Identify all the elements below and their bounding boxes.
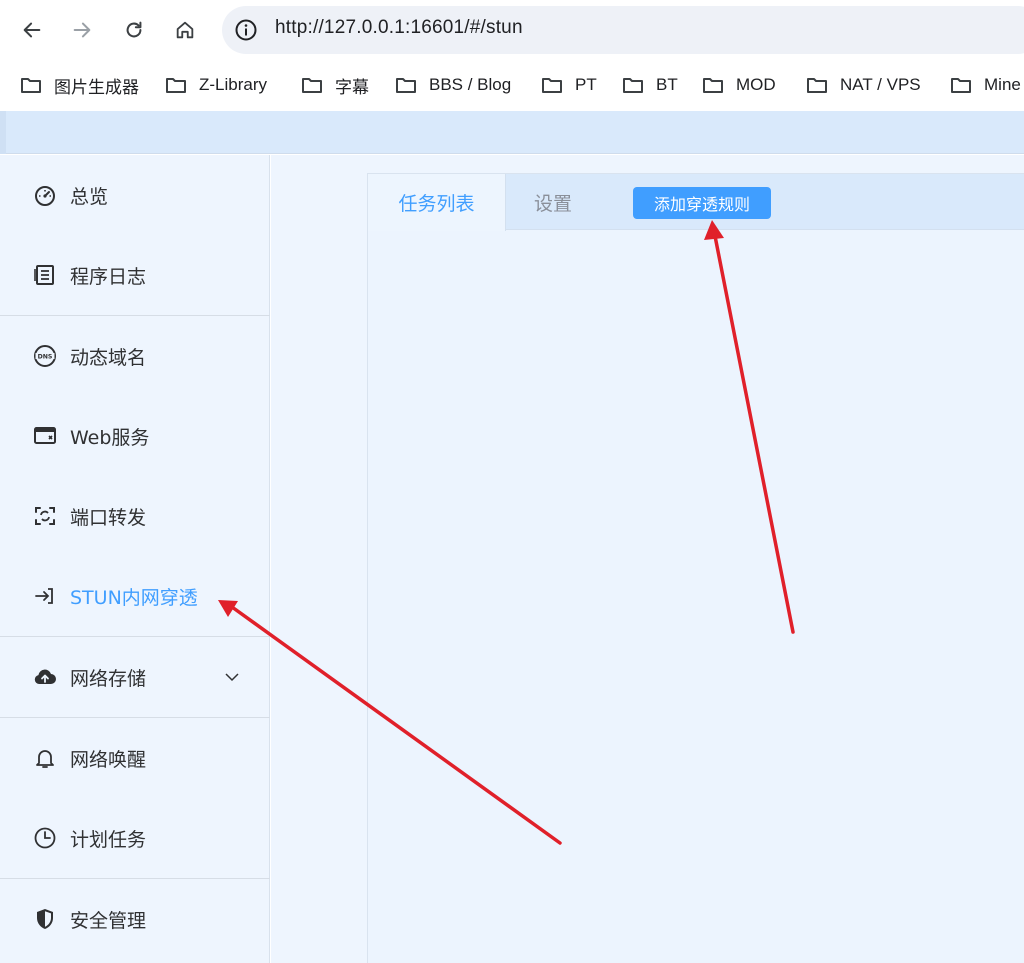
home-button[interactable] (167, 12, 203, 48)
bookmark-label: 字幕 (335, 77, 369, 97)
sidebar-item-scheduled-tasks[interactable]: 计划任务 (0, 798, 270, 878)
bookmark-label: Mine (984, 75, 1021, 94)
bookmark-label: Z-Library (199, 75, 268, 94)
folder-icon (951, 78, 971, 93)
forward-button[interactable] (64, 12, 100, 48)
sidebar-item-label: 端口转发 (70, 507, 147, 529)
bookmark-label: BBS / Blog (429, 75, 512, 94)
web-service-icon (32, 424, 58, 448)
bookmark-label: BT (656, 75, 678, 94)
arrow-right-icon (73, 22, 91, 38)
dashboard-icon (32, 183, 58, 207)
sidebar-item-security[interactable]: 安全管理 (0, 879, 270, 959)
bookmark-folder[interactable]: Z-Library (165, 72, 267, 98)
bookmark-folder[interactable]: BT (622, 72, 678, 98)
bell-icon (32, 746, 58, 770)
bookmark-label: NAT / VPS (840, 75, 921, 94)
bookmark-folder[interactable]: Mine (950, 72, 1021, 98)
bookmarks-bar: 图片生成器 Z-Library 字幕 BBS / Blog PT BT MOD … (0, 60, 1024, 110)
bookmark-folder[interactable]: 字幕 (301, 72, 369, 98)
sidebar-item-label: 动态域名 (70, 347, 147, 369)
browser-toolbar: http://127.0.0.1:16601/#/stun (0, 0, 1024, 60)
folder-icon (396, 78, 416, 93)
site-info-icon[interactable] (234, 18, 258, 42)
main-content: 任务列表 设置 添加穿透规则 (271, 155, 1024, 963)
sidebar-item-label: Web服务 (70, 427, 150, 449)
add-rule-button[interactable]: 添加穿透规则 (633, 187, 771, 219)
sidebar-item-label: STUN内网穿透 (70, 587, 198, 609)
bookmark-folder[interactable]: BBS / Blog (395, 72, 511, 98)
dns-icon: DNS (32, 344, 58, 368)
home-icon (176, 21, 194, 39)
sidebar-item-label: 计划任务 (70, 829, 147, 851)
shield-icon (32, 907, 58, 931)
folder-icon (807, 78, 827, 93)
sidebar-item-label: 程序日志 (70, 266, 147, 288)
folder-icon (302, 78, 322, 93)
url-text: http://127.0.0.1:16601/#/stun (275, 17, 523, 38)
bookmark-folder[interactable]: NAT / VPS (806, 72, 921, 98)
sidebar-item-label: 总览 (70, 186, 109, 208)
bookmark-folder[interactable]: MOD (702, 72, 776, 98)
chevron-down-icon[interactable] (224, 669, 240, 685)
bookmark-label: PT (575, 75, 597, 94)
bookmark-label: MOD (736, 75, 776, 94)
address-bar[interactable]: http://127.0.0.1:16601/#/stun (222, 6, 1024, 54)
cloud-upload-icon (32, 665, 58, 689)
header-edge (0, 111, 6, 154)
log-icon (32, 263, 58, 287)
arrow-left-icon (23, 22, 41, 38)
sidebar-item-network-storage[interactable]: 网络存储 (0, 637, 270, 717)
back-button[interactable] (14, 12, 50, 48)
app-header (0, 111, 1024, 154)
bookmark-folder[interactable]: 图片生成器 (20, 72, 139, 98)
folder-icon (703, 78, 723, 93)
tab-settings[interactable]: 设置 (534, 174, 572, 230)
bookmark-label: 图片生成器 (54, 77, 139, 97)
sidebar-item-label: 安全管理 (70, 910, 147, 932)
sidebar: 总览 程序日志 DNS 动态域名 Web服务 端口转发 STUN内网穿透 网络存… (0, 155, 270, 963)
svg-text:DNS: DNS (38, 353, 53, 360)
tab-bar: 任务列表 设置 添加穿透规则 (368, 174, 1024, 231)
reload-button[interactable] (116, 12, 152, 48)
sidebar-item-label: 网络存储 (70, 668, 147, 690)
tab-panel: 任务列表 设置 添加穿透规则 (367, 173, 1024, 963)
clock-icon (32, 826, 58, 850)
sidebar-item-ddns[interactable]: DNS 动态域名 (0, 316, 270, 396)
sidebar-item-wake-on-lan[interactable]: 网络唤醒 (0, 718, 270, 798)
sidebar-item-label: 网络唤醒 (70, 749, 147, 771)
tab-task-list[interactable]: 任务列表 (368, 174, 506, 231)
stun-icon (32, 584, 58, 608)
sidebar-item-port-forward[interactable]: 端口转发 (0, 476, 270, 556)
sidebar-item-stun[interactable]: STUN内网穿透 (0, 556, 270, 636)
bookmark-folder[interactable]: PT (541, 72, 597, 98)
reload-icon (126, 21, 142, 38)
folder-icon (166, 78, 186, 93)
folder-icon (21, 78, 41, 93)
sidebar-item-logs[interactable]: 程序日志 (0, 235, 270, 315)
sidebar-item-web-service[interactable]: Web服务 (0, 396, 270, 476)
folder-icon (623, 78, 643, 93)
port-forward-icon (32, 504, 58, 528)
folder-icon (542, 78, 562, 93)
sidebar-item-overview[interactable]: 总览 (0, 155, 270, 235)
